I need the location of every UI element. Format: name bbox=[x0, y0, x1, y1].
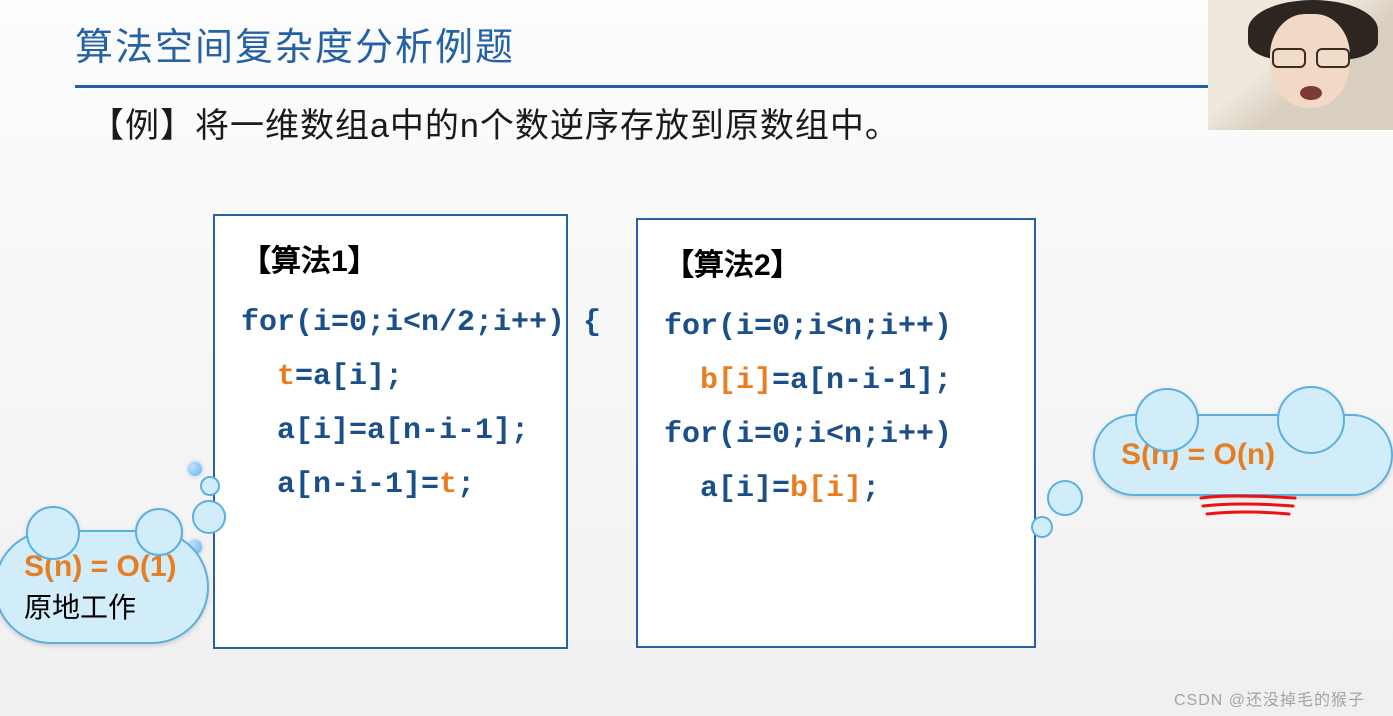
algo2-line2-rest: =a[n-i-1]; bbox=[772, 364, 952, 398]
cloud-body: S(n) = O(n) bbox=[1093, 414, 1393, 496]
cloud-body: S(n) = O(1) 原地工作 bbox=[0, 530, 209, 644]
algo1-line3: a[i]=a[n-i-1]; bbox=[241, 404, 540, 458]
presenter-webcam bbox=[1208, 0, 1393, 130]
algo1-line1: for(i=0;i<n/2;i++) { bbox=[241, 296, 540, 350]
bullet-icon bbox=[188, 462, 202, 476]
cloud-left-formula: S(n) = O(1) bbox=[24, 550, 179, 584]
example-statement: 【例】将一维数组a中的n个数逆序存放到原数组中。 bbox=[90, 98, 900, 147]
algo1-line4: a[n-i-1]=t; bbox=[241, 458, 540, 512]
cloud-puff-icon bbox=[192, 500, 226, 534]
glasses-icon bbox=[1272, 48, 1350, 66]
title-bar: 算法空间复杂度分析例题 bbox=[75, 16, 1353, 88]
algo1-line2-rest: =a[i]; bbox=[295, 360, 403, 394]
algorithm-1-box: 【算法1】 for(i=0;i<n/2;i++) { t=a[i]; a[i]=… bbox=[213, 214, 568, 649]
algo1-line2: t=a[i]; bbox=[241, 350, 540, 404]
cloud-puff-icon bbox=[1047, 480, 1083, 516]
cloud-bubble-right: S(n) = O(n) bbox=[1093, 414, 1393, 496]
page-title: 算法空间复杂度分析例题 bbox=[75, 16, 1353, 71]
algo1-header: 【算法1】 bbox=[241, 236, 540, 280]
avatar-mouth bbox=[1300, 86, 1322, 100]
algo2-line4-pre: a[i]= bbox=[700, 472, 790, 506]
cloud-puff-icon bbox=[200, 476, 220, 496]
algo1-line4-post: ; bbox=[457, 468, 475, 502]
red-underline-annotation bbox=[1199, 492, 1299, 523]
algo1-var-t: t bbox=[277, 360, 295, 394]
cloud-puff-icon bbox=[1031, 516, 1053, 538]
watermark: CSDN @还没掉毛的猴子 bbox=[1174, 686, 1365, 710]
title-underline bbox=[75, 85, 1302, 88]
algo2-line2: b[i]=a[n-i-1]; bbox=[664, 354, 1008, 408]
algo1-line4-pre: a[n-i-1]= bbox=[277, 468, 439, 502]
algo2-line4-post: ; bbox=[862, 472, 880, 506]
algo2-line3: for(i=0;i<n;i++) bbox=[664, 408, 1008, 462]
algorithm-2-box: 【算法2】 for(i=0;i<n;i++) b[i]=a[n-i-1]; fo… bbox=[636, 218, 1036, 648]
algo2-header: 【算法2】 bbox=[664, 240, 1008, 284]
cloud-bubble-left: S(n) = O(1) 原地工作 bbox=[0, 530, 209, 644]
algo2-var-b: b[i] bbox=[700, 364, 772, 398]
algo2-line1: for(i=0;i<n;i++) bbox=[664, 300, 1008, 354]
algo1-var-t2: t bbox=[439, 468, 457, 502]
cloud-left-note: 原地工作 bbox=[24, 586, 179, 626]
cloud-right-formula: S(n) = O(n) bbox=[1121, 438, 1365, 472]
algo2-line4: a[i]=b[i]; bbox=[664, 462, 1008, 516]
algo2-var-b2: b[i] bbox=[790, 472, 862, 506]
